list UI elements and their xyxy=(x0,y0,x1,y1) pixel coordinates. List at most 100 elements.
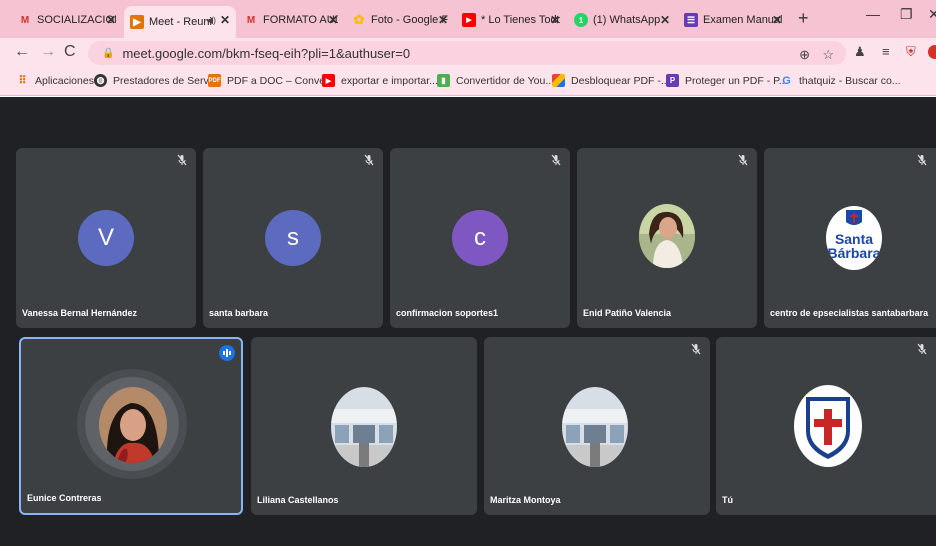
speaking-indicator-icon xyxy=(219,345,235,361)
tab-socializacion[interactable]: M SOCIALIZACION ✕ xyxy=(12,6,122,34)
avatar xyxy=(639,204,695,268)
profile-avatar[interactable] xyxy=(928,45,936,59)
new-tab-icon[interactable]: + xyxy=(798,8,809,29)
tab-title: (1) WhatsApp xyxy=(593,14,661,26)
bookmark-label: Desbloquear PDF -... xyxy=(571,74,670,87)
tab-title: SOCIALIZACION xyxy=(37,14,116,26)
forward-icon[interactable]: → xyxy=(40,43,56,61)
shield-avatar xyxy=(794,385,862,467)
tab-examen-manual[interactable]: ☰ Examen Manual ✕ xyxy=(678,6,788,34)
back-icon[interactable]: ← xyxy=(14,43,30,61)
participant-tile-confirmacion[interactable]: c confirmacion soportes1 xyxy=(390,148,570,328)
address-bar[interactable]: 🔒 meet.google.com/bkm-fseq-eih?pli=1&aut… xyxy=(88,41,846,65)
globe-icon: ◍ xyxy=(94,74,107,87)
participant-name: centro de epsecialistas santabarbara xyxy=(770,308,929,318)
tab-title: Meet - Reuni xyxy=(149,16,212,28)
close-icon[interactable]: ✕ xyxy=(106,13,116,27)
tab-whatsapp[interactable]: 1 (1) WhatsApp ✕ xyxy=(568,6,676,34)
participant-tile-vanessa[interactable]: V Vanessa Bernal Hernández xyxy=(16,148,196,328)
media-control-icon[interactable]: ≡ xyxy=(882,44,890,59)
gmail-icon: M xyxy=(20,14,30,26)
mic-off-icon xyxy=(738,154,748,166)
tab-strip: M SOCIALIZACION ✕ ▶ Meet - Reuni ◀) ✕ M … xyxy=(0,0,936,38)
close-window-icon[interactable]: ✕ xyxy=(928,6,936,23)
participant-name: Vanessa Bernal Hernández xyxy=(22,308,138,318)
audio-playing-icon[interactable]: ◀) xyxy=(206,15,216,26)
close-icon[interactable]: ✕ xyxy=(220,13,230,27)
avatar xyxy=(562,387,628,467)
tab-formato-audi[interactable]: M FORMATO AUDI ✕ xyxy=(238,6,344,34)
bookmark-label: Convertidor de You... xyxy=(456,74,555,87)
bookmark-label: PDF a DOC – Conve... xyxy=(227,74,334,87)
tab-youtube[interactable]: ▶ * Lo Tienes Todo ✕ xyxy=(456,6,566,34)
mic-off-icon xyxy=(917,343,927,355)
bookmark-exportar[interactable]: ▶ exportar e importar... xyxy=(322,74,438,87)
tab-title: FORMATO AUDI xyxy=(263,14,338,26)
bookmark-proteger[interactable]: P Proteger un PDF - P... xyxy=(666,74,788,87)
bookmark-desbloquear[interactable]: Desbloquear PDF -... xyxy=(552,74,670,87)
participant-tile-maritza[interactable]: Maritza Montoya xyxy=(484,337,710,515)
participant-tile-santa-barbara[interactable]: s santa barbara xyxy=(203,148,383,328)
tab-google-photos[interactable]: ✿ Foto - Google F ✕ xyxy=(346,6,454,34)
pdf-protect-icon: P xyxy=(666,74,679,87)
tab-title: Foto - Google F xyxy=(371,14,448,26)
bookmark-thatquiz[interactable]: G thatquiz - Buscar co... xyxy=(780,74,901,87)
participant-tile-liliana[interactable]: Liliana Castellanos xyxy=(251,337,477,515)
santa-barbara-logo: Santa Bárbara xyxy=(826,206,882,270)
tab-title: Examen Manual xyxy=(703,14,782,26)
google-icon: G xyxy=(782,74,791,87)
zoom-icon[interactable]: ⊕ xyxy=(799,47,810,63)
meet-video-grid: V Vanessa Bernal Hernández s santa barba… xyxy=(0,97,936,546)
participant-tile-centro-especialistas[interactable]: Santa Bárbara centro de epsecialistas sa… xyxy=(764,148,936,328)
bookmark-prestadores[interactable]: ◍ Prestadores de Serv... xyxy=(94,74,217,87)
participant-tile-self[interactable]: Tú xyxy=(716,337,936,515)
mic-off-icon xyxy=(551,154,561,166)
participant-name: Maritza Montoya xyxy=(490,495,561,505)
bookmark-label: Aplicaciones xyxy=(35,74,94,87)
star-icon[interactable]: ☆ xyxy=(822,47,834,63)
participant-name: santa barbara xyxy=(209,308,269,318)
pdf-unlock-icon xyxy=(552,74,565,87)
participant-name: Tú xyxy=(722,495,733,505)
close-icon[interactable]: ✕ xyxy=(660,13,670,27)
maximize-icon[interactable]: ❐ xyxy=(900,6,913,23)
shield-extension-icon[interactable]: ⛨ xyxy=(906,44,916,60)
bookmark-label: thatquiz - Buscar co... xyxy=(799,74,901,87)
mic-off-icon xyxy=(691,343,701,355)
bookmarks-bar: ⠿ Aplicaciones ◍ Prestadores de Serv... … xyxy=(0,68,936,96)
bookmark-pdf-a-doc[interactable]: PDF PDF a DOC – Conve... xyxy=(208,74,334,87)
forms-icon: ☰ xyxy=(684,13,698,27)
participant-name: Liliana Castellanos xyxy=(257,495,339,505)
avatar xyxy=(331,387,397,467)
pdf-icon: PDF xyxy=(208,74,221,87)
close-icon[interactable]: ✕ xyxy=(550,13,560,27)
participant-tile-enid[interactable]: Enid Patiño Valencia xyxy=(577,148,757,328)
minimize-icon[interactable]: — xyxy=(866,6,880,22)
bookmark-convertidor[interactable]: ▮ Convertidor de You... xyxy=(437,74,554,87)
close-icon[interactable]: ✕ xyxy=(772,13,782,27)
mic-off-icon xyxy=(177,154,187,166)
meet-icon: ▶ xyxy=(130,15,144,29)
close-icon[interactable]: ✕ xyxy=(438,13,448,27)
avatar xyxy=(99,387,167,463)
url-text: meet.google.com/bkm-fseq-eih?pli=1&authu… xyxy=(122,45,411,61)
apps-icon: ⠿ xyxy=(18,75,27,87)
photos-icon: ✿ xyxy=(353,12,365,27)
converter-icon: ▮ xyxy=(437,74,450,87)
bookmark-aplicaciones[interactable]: ⠿ Aplicaciones xyxy=(16,74,94,88)
mic-off-icon xyxy=(364,154,374,166)
close-icon[interactable]: ✕ xyxy=(328,13,338,27)
tab-title: * Lo Tienes Todo xyxy=(481,14,560,26)
tab-meet[interactable]: ▶ Meet - Reuni ◀) ✕ xyxy=(124,6,236,38)
extension-icon[interactable]: ♟ xyxy=(854,44,866,60)
participant-tile-eunice[interactable]: Eunice Contreras xyxy=(19,337,243,515)
youtube-icon: ▶ xyxy=(322,74,335,87)
whatsapp-icon: 1 xyxy=(574,13,588,27)
bookmark-label: exportar e importar... xyxy=(341,74,438,87)
reload-icon[interactable]: C xyxy=(64,43,76,61)
bookmark-label: Proteger un PDF - P... xyxy=(685,74,788,87)
bookmark-label: Prestadores de Serv... xyxy=(113,74,217,87)
mic-off-icon xyxy=(917,154,927,166)
participant-name: confirmacion soportes1 xyxy=(396,308,499,318)
avatar: c xyxy=(452,210,508,266)
